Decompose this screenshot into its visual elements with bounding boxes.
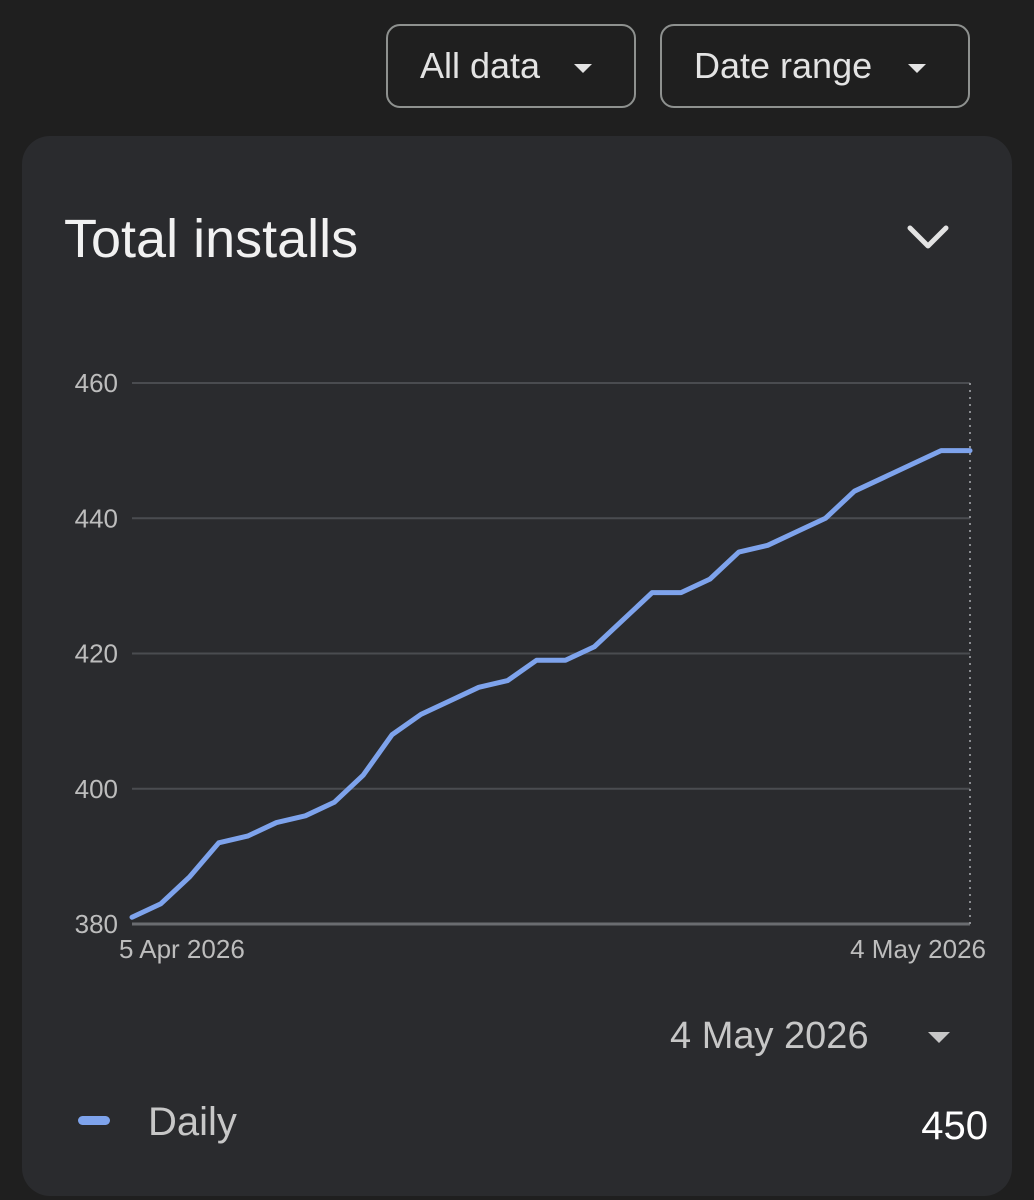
series-line-daily <box>129 448 973 920</box>
filter-bar: All data Date range <box>0 24 1034 112</box>
x-tick-label: 5 Apr 2026 <box>119 934 245 964</box>
date-range-dropdown[interactable]: Date range <box>660 24 970 108</box>
y-tick-label: 460 <box>75 368 118 398</box>
x-tick-label: 4 May 2026 <box>850 934 986 964</box>
legend-value: 450 <box>921 1104 988 1148</box>
caret-down-icon <box>908 64 926 73</box>
legend-label: Daily <box>148 1100 237 1144</box>
all-data-label: All data <box>420 45 541 86</box>
date-range-label: Date range <box>694 45 873 86</box>
caret-down-icon <box>574 64 592 73</box>
all-data-dropdown[interactable]: All data <box>386 24 636 108</box>
y-tick-label: 400 <box>75 774 118 804</box>
total-installs-card: Total installs 380 400 420 440 460 5 Apr 2026… <box>22 136 1012 1196</box>
chart-legend: Daily 450 <box>78 1096 988 1152</box>
selected-date-label: 4 May 2026 <box>670 1014 869 1057</box>
y-tick-label: 440 <box>75 503 118 533</box>
y-tick-label: 380 <box>75 909 118 939</box>
caret-down-icon <box>928 1032 950 1043</box>
legend-swatch <box>78 1116 110 1125</box>
installs-line-chart: 380 400 420 440 460 5 Apr 2026 4 May 2026 <box>75 368 986 964</box>
selected-date-dropdown[interactable]: 4 May 2026 <box>670 1006 970 1066</box>
y-tick-label: 420 <box>75 639 118 669</box>
